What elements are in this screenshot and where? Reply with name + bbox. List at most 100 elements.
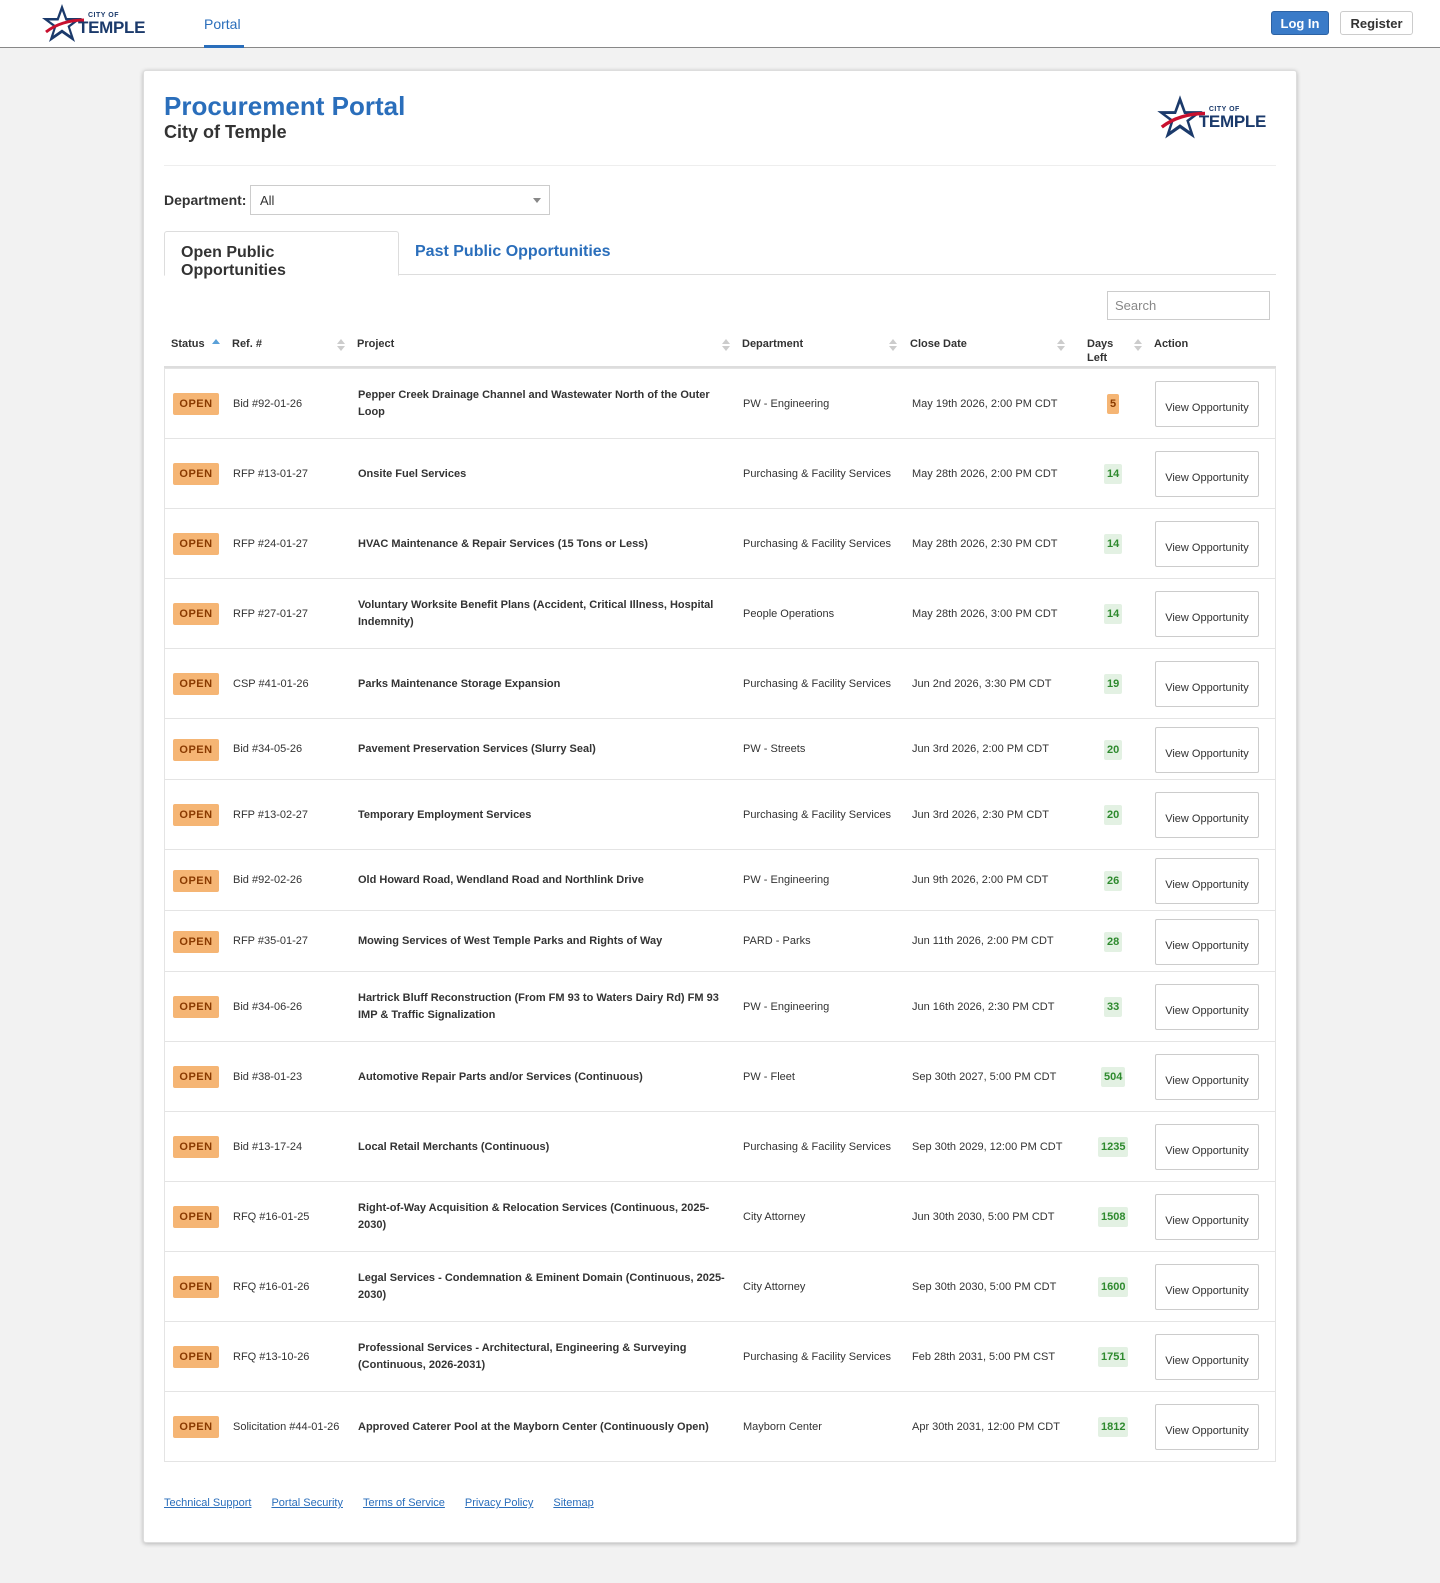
sort-icon[interactable] [889, 339, 897, 353]
close-date: Sep 30th 2030, 5:00 PM CDT [912, 1281, 1057, 1293]
footer-link[interactable]: Terms of Service [363, 1497, 445, 1509]
table-row: OPEN Bid #92-02-26 Old Howard Road, Wendla… [165, 849, 1275, 910]
status-badge: OPEN [173, 1276, 219, 1298]
view-opportunity-button[interactable]: View Opportunity [1155, 1264, 1259, 1310]
view-opportunity-button[interactable]: View Opportunity [1155, 857, 1259, 904]
divider [164, 165, 1276, 166]
department-name: Purchasing & Facility Services [743, 1351, 891, 1363]
status-badge: OPEN [173, 738, 219, 761]
project-name: Right-of-Way Acquisition & Relocation Se… [358, 1202, 710, 1231]
department-name: PW - Engineering [743, 1001, 830, 1013]
close-date: Jun 16th 2026, 2:30 PM CDT [912, 1001, 1055, 1013]
view-opportunity-button[interactable]: View Opportunity [1155, 984, 1259, 1030]
status-badge: OPEN [173, 393, 219, 415]
view-opportunity-button[interactable]: View Opportunity [1155, 1054, 1259, 1100]
search-input[interactable] [1107, 291, 1270, 320]
sort-asc-icon[interactable] [212, 339, 220, 353]
ref-number: RFP #13-01-27 [233, 468, 309, 480]
opportunities-table-body: OPEN Bid #92-01-26 Pepper Creek Drainage C… [164, 368, 1276, 1462]
project-name: Automotive Repair Parts and/or Services … [358, 1071, 643, 1083]
footer-link[interactable]: Technical Support [164, 1497, 251, 1509]
department-name: PW - Engineering [743, 398, 830, 410]
department-name: City Attorney [743, 1281, 806, 1293]
days-left-badge: 1600 [1098, 1277, 1129, 1297]
sort-icon[interactable] [1134, 339, 1142, 353]
view-opportunity-button[interactable]: View Opportunity [1155, 726, 1259, 773]
days-left-badge: 14 [1104, 464, 1123, 484]
footer-link[interactable]: Privacy Policy [465, 1497, 533, 1509]
ref-number: Bid #92-02-26 [233, 874, 303, 886]
ref-number: Bid #34-06-26 [233, 1001, 303, 1013]
ref-number: CSP #41-01-26 [233, 678, 309, 690]
opportunity-tabs: Open Public Opportunities Past Public Op… [164, 231, 1276, 279]
status-badge: OPEN [173, 869, 219, 892]
sort-icon[interactable] [337, 339, 345, 353]
project-name: Hartrick Bluff Reconstruction (From FM 9… [358, 992, 719, 1021]
view-opportunity-button[interactable]: View Opportunity [1155, 1404, 1259, 1450]
portal-card: Procurement Portal City of Temple CITY O… [143, 70, 1297, 1543]
sort-icon[interactable] [1057, 339, 1065, 353]
city-logo-large: CITY OF TEMPLE [1155, 93, 1266, 143]
status-badge: OPEN [173, 463, 219, 485]
project-name: Temporary Employment Services [358, 809, 532, 821]
table-row: OPEN RFQ #16-01-26 Legal Services - Condem… [165, 1251, 1275, 1321]
days-left-badge: 1235 [1098, 1137, 1129, 1157]
close-date: Sep 30th 2027, 5:00 PM CDT [912, 1071, 1057, 1083]
days-left-badge: 504 [1101, 1067, 1126, 1087]
tab-open-opportunities[interactable]: Open Public Opportunities [164, 231, 399, 279]
project-name: Pepper Creek Drainage Channel and Wastew… [358, 389, 710, 418]
city-logo[interactable]: CITY OF TEMPLE [40, 2, 145, 46]
project-name: HVAC Maintenance & Repair Services (15 T… [358, 538, 648, 550]
status-badge: OPEN [173, 1066, 219, 1088]
column-header-status[interactable]: Status [171, 337, 205, 351]
department-select[interactable]: All [250, 185, 550, 215]
project-name: Professional Services - Architectural, E… [358, 1342, 687, 1371]
table-row: OPEN Bid #13-17-24 Local Retail Merchants … [165, 1111, 1275, 1181]
column-header-days-left[interactable]: Days Left [1087, 337, 1113, 365]
days-left-badge: 1508 [1098, 1207, 1129, 1227]
column-header-department[interactable]: Department [742, 337, 803, 351]
table-row: OPEN Bid #34-06-26 Hartrick Bluff Reconstr… [165, 971, 1275, 1041]
column-header-ref[interactable]: Ref. # [232, 337, 262, 351]
days-left-badge: 1812 [1098, 1417, 1129, 1437]
status-badge: OPEN [173, 804, 219, 826]
ref-number: Bid #13-17-24 [233, 1141, 303, 1153]
view-opportunity-button[interactable]: View Opportunity [1155, 521, 1259, 567]
view-opportunity-button[interactable]: View Opportunity [1155, 1194, 1259, 1240]
close-date: Jun 30th 2030, 5:00 PM CDT [912, 1211, 1055, 1223]
view-opportunity-button[interactable]: View Opportunity [1155, 381, 1259, 427]
table-row: OPEN RFP #13-01-27 Onsite Fuel Services Pur… [165, 438, 1275, 508]
view-opportunity-button[interactable]: View Opportunity [1155, 661, 1259, 707]
column-header-project[interactable]: Project [357, 337, 394, 351]
department-name: Purchasing & Facility Services [743, 1141, 891, 1153]
table-row: OPEN RFQ #16-01-25 Right-of-Way Acquisitio… [165, 1181, 1275, 1251]
view-opportunity-button[interactable]: View Opportunity [1155, 591, 1259, 637]
sort-icon[interactable] [722, 339, 730, 353]
view-opportunity-button[interactable]: View Opportunity [1155, 451, 1259, 497]
register-button[interactable]: Register [1340, 11, 1413, 35]
login-button[interactable]: Log In [1271, 11, 1329, 35]
tab-past-opportunities[interactable]: Past Public Opportunities [399, 231, 627, 275]
view-opportunity-button[interactable]: View Opportunity [1155, 1124, 1259, 1170]
status-badge: OPEN [173, 1416, 219, 1438]
view-opportunity-button[interactable]: View Opportunity [1155, 1334, 1259, 1380]
view-opportunity-button[interactable]: View Opportunity [1155, 918, 1259, 965]
footer-link[interactable]: Sitemap [553, 1497, 593, 1509]
column-header-close-date[interactable]: Close Date [910, 337, 967, 351]
top-navbar: CITY OF TEMPLE Portal Log In Register [0, 0, 1440, 48]
department-name: PW - Fleet [743, 1071, 795, 1083]
close-date: Sep 30th 2029, 12:00 PM CDT [912, 1141, 1063, 1153]
footer-link[interactable]: Portal Security [271, 1497, 343, 1509]
close-date: May 28th 2026, 2:00 PM CDT [912, 468, 1058, 480]
project-name: Onsite Fuel Services [358, 468, 467, 480]
department-name: City Attorney [743, 1211, 806, 1223]
page-title: Procurement Portal [164, 91, 406, 121]
table-row: OPEN RFP #27-01-27 Voluntary Worksite Bene… [165, 578, 1275, 648]
department-name: Purchasing & Facility Services [743, 538, 891, 550]
status-badge: OPEN [173, 533, 219, 555]
view-opportunity-button[interactable]: View Opportunity [1155, 792, 1259, 838]
ref-number: RFQ #16-01-25 [233, 1211, 310, 1223]
department-label: Department: [164, 192, 247, 208]
project-name: Parks Maintenance Storage Expansion [358, 678, 561, 690]
nav-tab-portal[interactable]: Portal [204, 0, 244, 48]
